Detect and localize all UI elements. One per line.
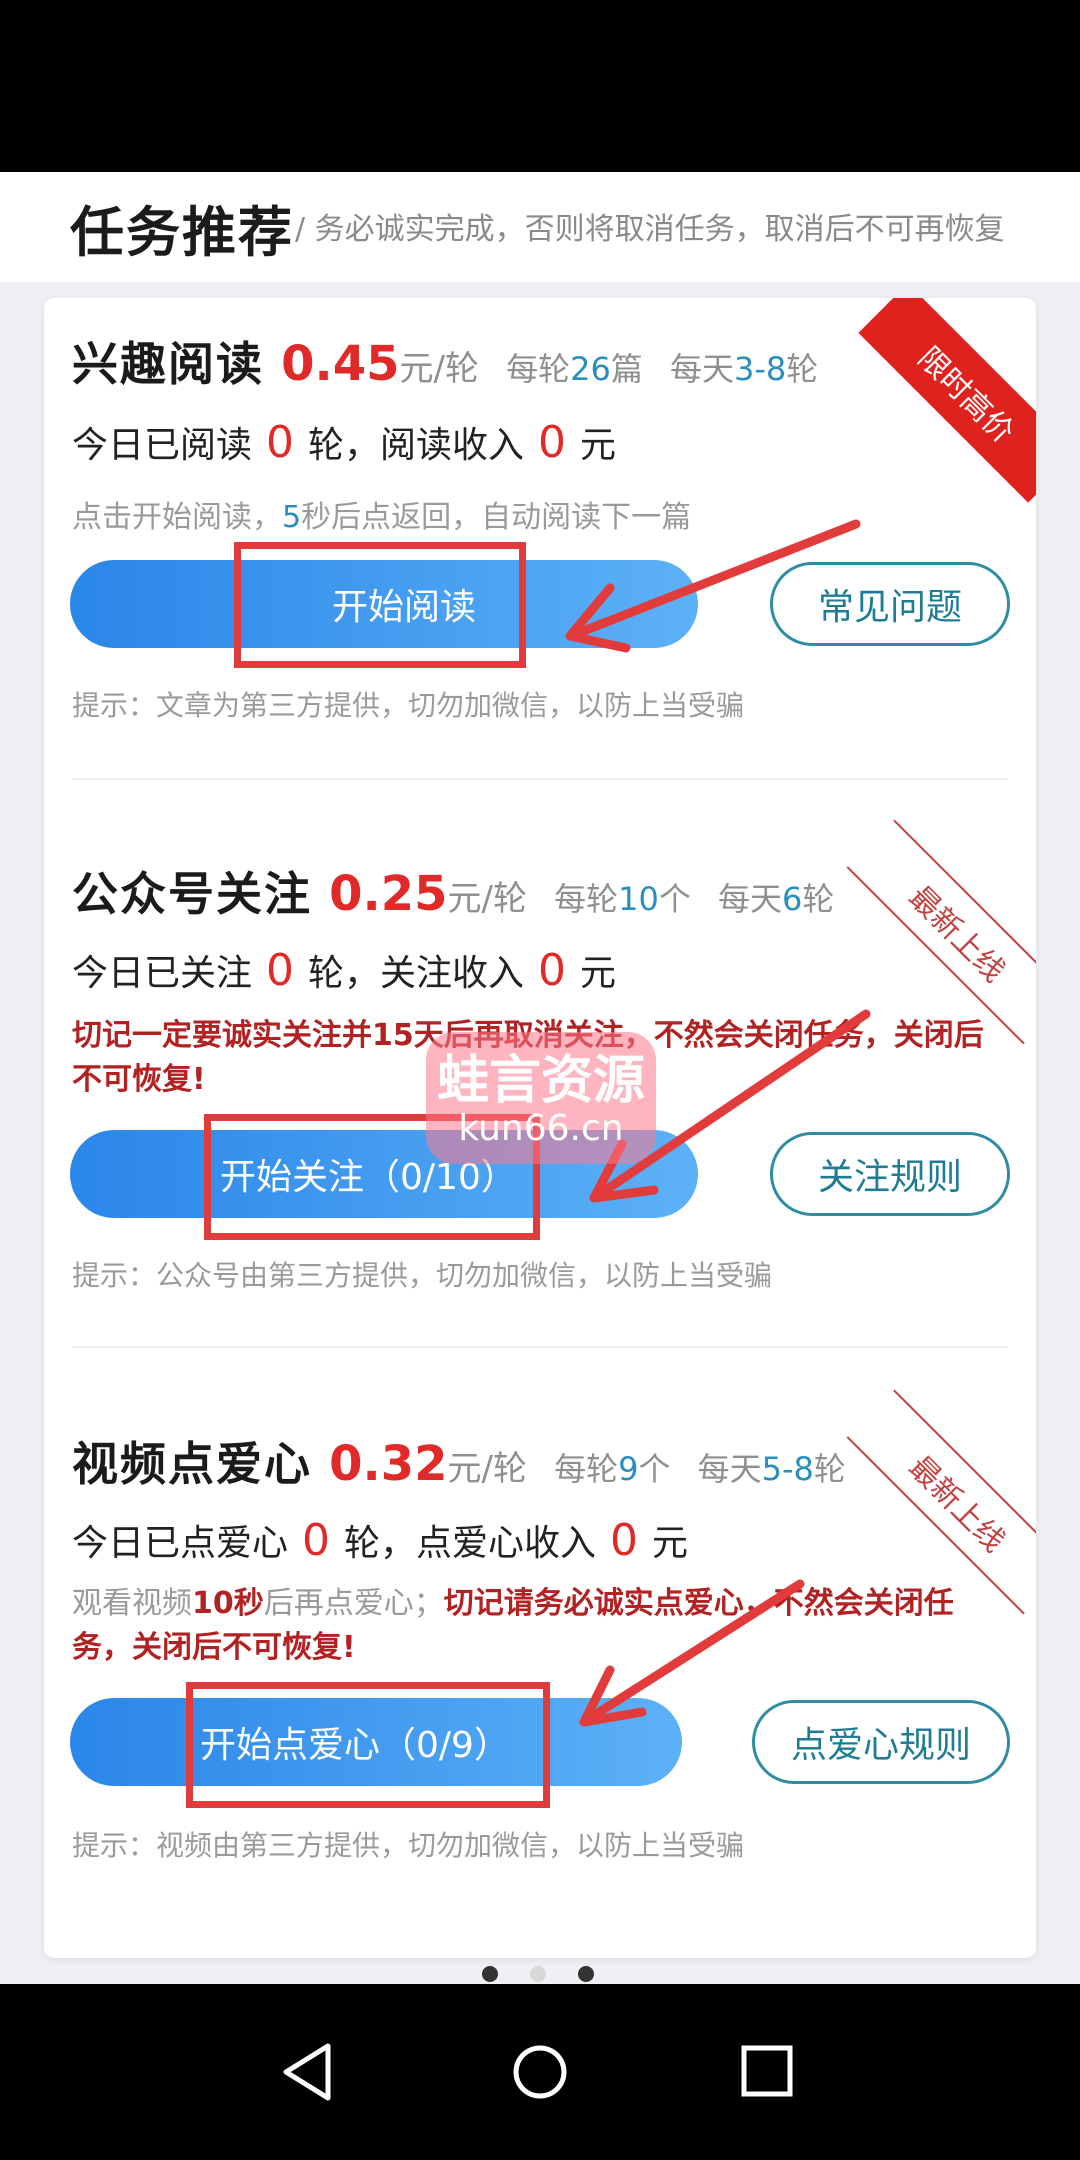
warning-text: 观看视频10秒后再点爱心；切记请务必诚实点爱心，不然会关闭任务，关闭后不可恢复! [72,1586,954,1665]
like-rules-button[interactable]: 点爱心规则 [752,1700,1010,1784]
pager-dot[interactable] [530,1966,546,1982]
start-like-button[interactable]: 开始点爱心（0/9） [70,1698,682,1786]
tip-text: 提示：视频由第三方提供，切勿加微信，以防上当受骗 [72,1829,745,1862]
system-nav-bar [0,1984,1080,2160]
recents-icon[interactable] [732,2036,804,2108]
page-subtitle: / 务必诚实完成，否则将取消任务，取消后不可再恢复 [295,212,1005,247]
task-price: 0.32 [329,1436,448,1492]
pager-dot[interactable] [482,1966,498,1982]
page-title: 任务推荐 [70,201,294,264]
task-title-row: 视频点爱心 0.32元/轮 每轮9个 每天5-8轮 [72,1428,846,1494]
per-round: 每轮9个 [554,1450,671,1488]
pager-dots [482,1966,602,1986]
task-unit: 元/轮 [447,1449,527,1489]
task-name: 视频点爱心 [72,1437,312,1491]
phone-screen: 任务推荐 / 务必诚实完成，否则将取消任务，取消后不可再恢复 限时高价 兴趣阅读… [0,0,1080,2160]
ribbon-new: 最新上线 [846,1389,1036,1615]
watermark: 蛙言资源 kun66.cn [426,1032,656,1164]
back-icon[interactable] [272,2036,344,2108]
home-icon[interactable] [504,2036,576,2108]
per-day: 每天5-8轮 [697,1450,846,1488]
task-page: 任务推荐 / 务必诚实完成，否则将取消任务，取消后不可再恢复 限时高价 兴趣阅读… [0,172,1080,1984]
today-stats: 今日已点爱心 0 轮，点爱心收入 0 元 [72,1515,689,1566]
page-header: 任务推荐 / 务必诚实完成，否则将取消任务，取消后不可再恢复 [0,172,1080,282]
pager-dot[interactable] [578,1966,594,1982]
